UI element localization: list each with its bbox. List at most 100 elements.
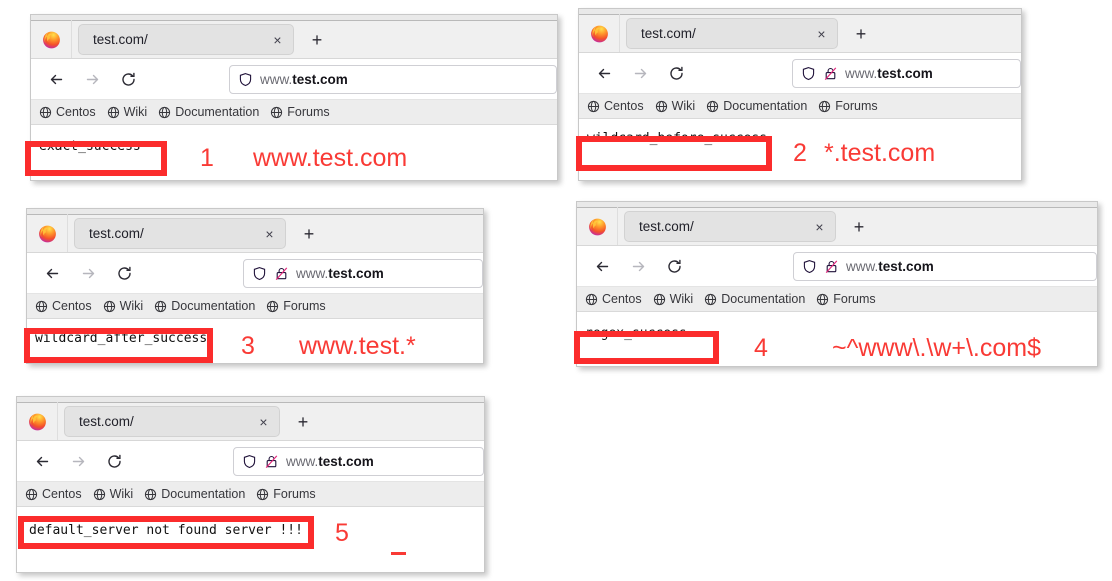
bookmark-wiki[interactable]: Wiki — [653, 292, 693, 306]
bookmark-centos[interactable]: Centos — [39, 105, 96, 119]
bookmark-forums[interactable]: Forums — [270, 105, 330, 119]
bookmark-label: Documentation — [721, 292, 806, 306]
highlight-box-1 — [25, 141, 167, 176]
close-icon[interactable]: × — [811, 218, 828, 235]
new-tab-button[interactable]: + — [848, 21, 874, 47]
tab-strip: test.com/ × + — [31, 20, 557, 59]
reload-icon[interactable] — [99, 446, 130, 477]
annotation-text-3: www.test.* — [299, 332, 416, 360]
browser-tab[interactable]: test.com/ × — [626, 18, 838, 49]
bookmark-documentation[interactable]: Documentation — [704, 292, 805, 306]
bookmark-label: Forums — [273, 487, 316, 501]
bookmark-label: Wiki — [123, 105, 148, 119]
shield-icon — [801, 66, 816, 81]
back-icon[interactable] — [587, 251, 618, 282]
url-bar[interactable]: www.test.com — [243, 258, 483, 288]
url-host: test.com — [878, 258, 934, 274]
annotation-cursor-dash — [391, 552, 406, 555]
bookmark-forums[interactable]: Forums — [818, 99, 878, 113]
bookmark-centos[interactable]: Centos — [25, 487, 82, 501]
bookmark-documentation[interactable]: Documentation — [706, 99, 807, 113]
bookmark-centos[interactable]: Centos — [585, 292, 642, 306]
new-tab-button[interactable]: + — [846, 214, 872, 240]
bookmark-documentation[interactable]: Documentation — [154, 299, 255, 313]
globe-icon — [93, 488, 106, 501]
highlight-box-3 — [24, 328, 213, 363]
bookmark-documentation[interactable]: Documentation — [158, 105, 259, 119]
back-icon[interactable] — [27, 446, 58, 477]
firefox-icon — [28, 412, 47, 431]
browser-tab[interactable]: test.com/ × — [624, 211, 836, 242]
globe-icon — [653, 293, 666, 306]
bookmark-forums[interactable]: Forums — [256, 487, 316, 501]
bookmark-label: Forums — [835, 99, 878, 113]
forward-icon[interactable] — [623, 251, 654, 282]
firefox-icon — [38, 224, 57, 243]
url-host: test.com — [328, 265, 384, 281]
back-icon[interactable] — [41, 64, 72, 95]
back-icon[interactable] — [37, 258, 68, 289]
back-icon[interactable] — [589, 58, 620, 89]
bookmarks-bar: Centos Wiki Documentation Forums — [17, 482, 484, 507]
bookmark-forums[interactable]: Forums — [816, 292, 876, 306]
forward-icon[interactable] — [63, 446, 94, 477]
forward-icon[interactable] — [77, 64, 108, 95]
close-icon[interactable]: × — [261, 225, 278, 242]
tab-strip: test.com/ × + — [27, 214, 483, 253]
new-tab-button[interactable]: + — [296, 221, 322, 247]
reload-icon[interactable] — [661, 58, 692, 89]
bookmark-wiki[interactable]: Wiki — [93, 487, 134, 501]
tab-title: test.com/ — [89, 226, 144, 241]
screenshot-root: test.com/ × + www.test.com Centos Wiki D… — [0, 0, 1112, 581]
bookmark-label: Wiki — [671, 99, 696, 113]
close-icon[interactable]: × — [255, 413, 272, 430]
highlight-box-5 — [18, 516, 314, 549]
url-host: test.com — [318, 453, 374, 469]
navigation-toolbar: www.test.com — [27, 253, 483, 294]
bookmark-forums[interactable]: Forums — [266, 299, 326, 313]
bookmark-centos[interactable]: Centos — [35, 299, 92, 313]
close-icon[interactable]: × — [813, 25, 830, 42]
reload-icon[interactable] — [109, 258, 140, 289]
highlight-box-2 — [576, 136, 772, 171]
lock-crossed-icon — [824, 259, 839, 274]
lock-crossed-icon — [823, 66, 838, 81]
bookmark-label: Forums — [833, 292, 876, 306]
tab-title: test.com/ — [639, 219, 694, 234]
url-bar[interactable]: www.test.com — [792, 58, 1021, 88]
firefox-icon — [588, 217, 607, 236]
shield-icon — [238, 72, 253, 87]
browser-tab[interactable]: test.com/ × — [78, 24, 294, 55]
browser-tab[interactable]: test.com/ × — [64, 406, 280, 437]
url-text: www.test.com — [845, 66, 933, 81]
annotation-number-1: 1 — [200, 144, 214, 172]
new-tab-button[interactable]: + — [304, 27, 330, 53]
reload-icon[interactable] — [659, 251, 690, 282]
tab-title: test.com/ — [79, 414, 134, 429]
bookmark-wiki[interactable]: Wiki — [103, 299, 143, 313]
url-bar[interactable]: www.test.com — [793, 251, 1097, 281]
bookmark-documentation[interactable]: Documentation — [144, 487, 245, 501]
reload-icon[interactable] — [113, 64, 144, 95]
bookmark-label: Centos — [52, 299, 92, 313]
url-bar[interactable]: www.test.com — [233, 446, 484, 476]
firefox-logo-cell — [31, 20, 72, 58]
close-icon[interactable]: × — [269, 31, 286, 48]
bookmark-label: Wiki — [109, 487, 134, 501]
url-bar[interactable]: www.test.com — [229, 64, 557, 94]
globe-icon — [818, 100, 831, 113]
url-prefix: www. — [846, 258, 879, 274]
browser-tab[interactable]: test.com/ × — [74, 218, 286, 249]
navigation-toolbar: www.test.com — [579, 53, 1021, 94]
bookmark-wiki[interactable]: Wiki — [655, 99, 696, 113]
bookmark-wiki[interactable]: Wiki — [107, 105, 148, 119]
globe-icon — [103, 300, 116, 313]
bookmark-centos[interactable]: Centos — [587, 99, 644, 113]
new-tab-button[interactable]: + — [290, 409, 316, 435]
navigation-toolbar: www.test.com — [31, 59, 557, 100]
url-text: www.test.com — [260, 72, 348, 87]
shield-icon — [252, 266, 267, 281]
forward-icon[interactable] — [73, 258, 104, 289]
annotation-text-1: www.test.com — [253, 144, 408, 172]
forward-icon[interactable] — [625, 58, 656, 89]
